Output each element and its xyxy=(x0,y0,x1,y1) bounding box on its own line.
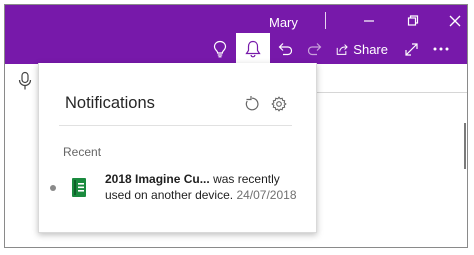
onenote-notebook-icon xyxy=(72,178,86,197)
notifications-button[interactable] xyxy=(236,33,270,64)
scrollbar[interactable] xyxy=(464,123,466,169)
notification-line-1: 2018 Imagine Cu... was recently xyxy=(105,172,280,186)
notification-line-2: used on another device. 24/07/2018 xyxy=(105,188,297,202)
title-bar: Mary Share xyxy=(5,5,467,64)
section-label-recent: Recent xyxy=(63,145,102,159)
microphone-icon xyxy=(18,71,32,90)
redo-icon xyxy=(307,43,322,56)
share-icon xyxy=(336,43,348,55)
undo-button[interactable] xyxy=(275,38,295,60)
lightbulb-icon xyxy=(213,40,227,58)
expand-icon xyxy=(404,42,418,56)
notification-message-2: used on another device. xyxy=(105,188,234,202)
undo-icon xyxy=(278,43,293,56)
ribbon-divider xyxy=(317,92,467,93)
redo-button[interactable] xyxy=(305,38,325,60)
settings-button[interactable] xyxy=(271,96,287,112)
share-label: Share xyxy=(353,41,388,57)
divider xyxy=(325,12,326,29)
minimize-icon xyxy=(364,20,374,22)
gear-icon xyxy=(271,96,287,112)
user-name[interactable]: Mary xyxy=(269,15,298,30)
tell-me-button[interactable] xyxy=(210,38,230,60)
notifications-panel: Notifications Recent 2018 Imagine Cu... … xyxy=(38,63,317,233)
unread-indicator xyxy=(50,185,56,191)
full-page-view-button[interactable] xyxy=(401,38,421,60)
refresh-button[interactable] xyxy=(244,95,260,112)
more-options-button[interactable] xyxy=(431,38,451,60)
bell-icon xyxy=(245,40,261,57)
close-icon xyxy=(449,15,461,27)
panel-divider xyxy=(59,125,292,126)
notification-message-1: was recently xyxy=(213,172,280,186)
notebook-name: 2018 Imagine Cu... xyxy=(105,172,210,186)
app-window: Mary Share Notifications Recent 2018 Ima… xyxy=(4,4,468,248)
minimize-button[interactable] xyxy=(359,11,379,31)
notification-date: 24/07/2018 xyxy=(236,188,297,202)
refresh-icon xyxy=(245,95,259,111)
share-button[interactable]: Share xyxy=(336,38,388,60)
close-button[interactable] xyxy=(445,11,465,31)
restore-icon xyxy=(407,15,419,26)
panel-title: Notifications xyxy=(65,94,155,112)
more-icon xyxy=(433,47,449,51)
restore-button[interactable] xyxy=(403,11,423,31)
dictate-button[interactable] xyxy=(17,71,33,91)
notification-item[interactable]: 2018 Imagine Cu... was recently used on … xyxy=(47,169,307,209)
